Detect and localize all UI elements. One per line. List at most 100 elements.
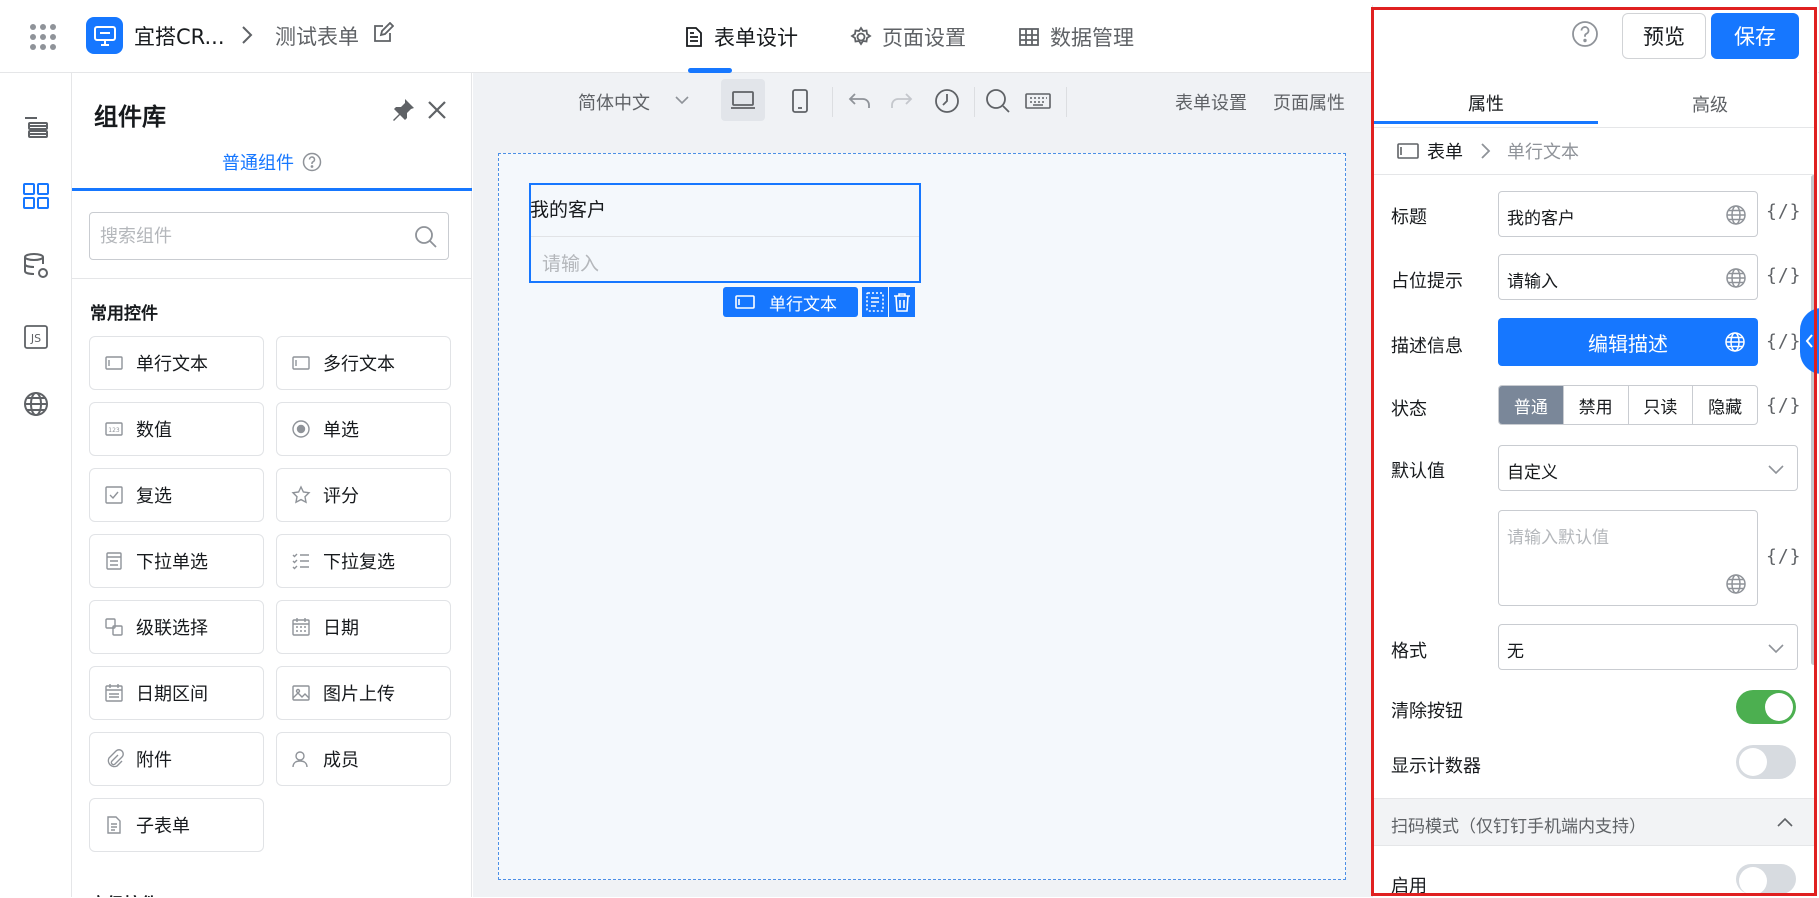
help-circle-icon[interactable] [302,152,322,172]
variable-binding-button[interactable]: {/} [1766,546,1802,567]
component-item[interactable]: 日期区间 [89,666,264,720]
component-item-label: 子表单 [136,816,190,837]
mobile-view-icon[interactable] [786,87,814,115]
form-icon [1397,142,1419,160]
component-item[interactable]: 子表单 [89,798,264,852]
chevron-right-icon [240,24,254,46]
title-input-value: 我的客户 [1507,209,1575,229]
variable-binding-button[interactable]: {/} [1766,331,1802,352]
component-search-input[interactable] [89,212,449,260]
tab-divider [1374,127,1816,128]
format-value: 无 [1507,642,1524,662]
toggle-knob [1739,867,1767,895]
edit-icon[interactable] [372,22,394,44]
keyboard-icon[interactable] [1024,87,1052,115]
globe-icon[interactable] [1724,331,1746,353]
components-icon[interactable] [18,178,54,214]
component-item[interactable]: 级联选择 [89,600,264,654]
chevron-right-icon [1479,142,1491,160]
outline-icon[interactable] [18,109,54,145]
field-placeholder[interactable]: 请输入 [542,249,599,276]
default-value-mode: 自定义 [1507,463,1558,483]
redo-icon[interactable] [887,87,915,115]
edit-description-label: 编辑描述 [1588,331,1668,356]
delete-icon[interactable] [889,287,915,317]
component-item-label: 日期区间 [136,684,208,705]
component-item[interactable]: 评分 [276,468,451,522]
tab-page-settings[interactable]: 页面设置 [850,0,966,73]
image-icon [291,683,311,703]
search-icon[interactable] [414,225,438,249]
form-name: 测试表单 [275,25,359,49]
default-value-mode-select[interactable]: 自定义 [1498,445,1798,491]
component-item-label: 日期 [323,618,359,639]
apps-grid-icon[interactable] [28,22,58,52]
component-item[interactable]: 日期 [276,600,451,654]
chevron-down-icon[interactable] [674,92,690,108]
component-item[interactable]: 单选 [276,402,451,456]
desktop-view-icon[interactable] [721,79,765,121]
component-item-label: 级联选择 [136,618,208,639]
left-rail: JS [0,73,72,897]
default-value-textarea[interactable]: 请输入默认值 [1498,510,1758,606]
scan-mode-section-header[interactable]: 扫码模式（仅钉钉手机端内支持） [1374,798,1816,846]
datasource-icon[interactable] [18,248,54,284]
selected-component-tag[interactable]: 单行文本 [723,287,858,317]
format-select[interactable]: 无 [1498,624,1798,670]
tab-data-management[interactable]: 数据管理 [1018,0,1134,73]
language-select[interactable]: 简体中文 [578,89,650,115]
history-icon[interactable] [933,87,961,115]
enable-scan-toggle[interactable] [1736,864,1796,895]
variable-binding-button[interactable]: {/} [1766,395,1802,416]
tab-properties[interactable]: 属性 [1374,84,1598,124]
close-icon[interactable] [426,99,448,121]
state-option-disabled[interactable]: 禁用 [1564,386,1629,424]
page-properties-link[interactable]: 页面属性 [1273,89,1345,115]
tab-advanced[interactable]: 高级 [1598,84,1819,124]
state-option-normal[interactable]: 普通 [1499,386,1564,424]
form-settings-link[interactable]: 表单设置 [1175,89,1247,115]
js-icon[interactable]: JS [18,319,54,355]
show-counter-toggle[interactable] [1736,745,1796,779]
variable-binding-button[interactable]: {/} [1766,201,1802,222]
pin-icon[interactable] [390,97,416,123]
title-input[interactable]: 我的客户 [1498,191,1758,237]
component-item[interactable]: 下拉单选 [89,534,264,588]
help-icon[interactable] [1571,20,1599,48]
field-divider [531,236,919,237]
breadcrumb-root[interactable]: 表单 [1427,138,1463,164]
component-item[interactable]: 123 数值 [89,402,264,456]
component-item[interactable]: 复选 [89,468,264,522]
app-name[interactable]: 宜搭CR... [134,21,225,51]
component-item[interactable]: 下拉复选 [276,534,451,588]
globe-icon[interactable] [1725,573,1747,595]
component-item[interactable]: 单行文本 [89,336,264,390]
description-label: 描述信息 [1391,336,1463,357]
collapse-panel-handle[interactable] [1800,308,1819,374]
globe-icon[interactable] [18,386,54,422]
placeholder-input-value: 请输入 [1507,272,1558,292]
component-item[interactable]: 成员 [276,732,451,786]
edit-description-button[interactable]: 编辑描述 [1498,318,1758,366]
single-line-text-icon [735,294,755,310]
state-option-hidden[interactable]: 隐藏 [1693,386,1757,424]
zoom-search-icon[interactable] [984,87,1012,115]
tab-form-design[interactable]: 表单设计 [684,0,798,73]
component-item[interactable]: 多行文本 [276,336,451,390]
preview-button[interactable]: 预览 [1622,13,1706,59]
copy-icon[interactable] [862,287,888,317]
component-item[interactable]: 附件 [89,732,264,786]
variable-binding-button[interactable]: {/} [1766,265,1802,286]
state-option-readonly[interactable]: 只读 [1629,386,1694,424]
app-logo-icon[interactable] [86,17,123,54]
undo-icon[interactable] [846,87,874,115]
gear-icon [850,25,872,48]
globe-icon[interactable] [1725,267,1747,289]
panel-scrollbar[interactable] [1811,175,1816,665]
placeholder-input[interactable]: 请输入 [1498,254,1758,300]
clear-button-toggle[interactable] [1736,690,1796,724]
tab-common-components[interactable]: 普通组件 [72,135,472,191]
globe-icon[interactable] [1725,204,1747,226]
save-button[interactable]: 保存 [1711,13,1799,59]
component-item[interactable]: 图片上传 [276,666,451,720]
